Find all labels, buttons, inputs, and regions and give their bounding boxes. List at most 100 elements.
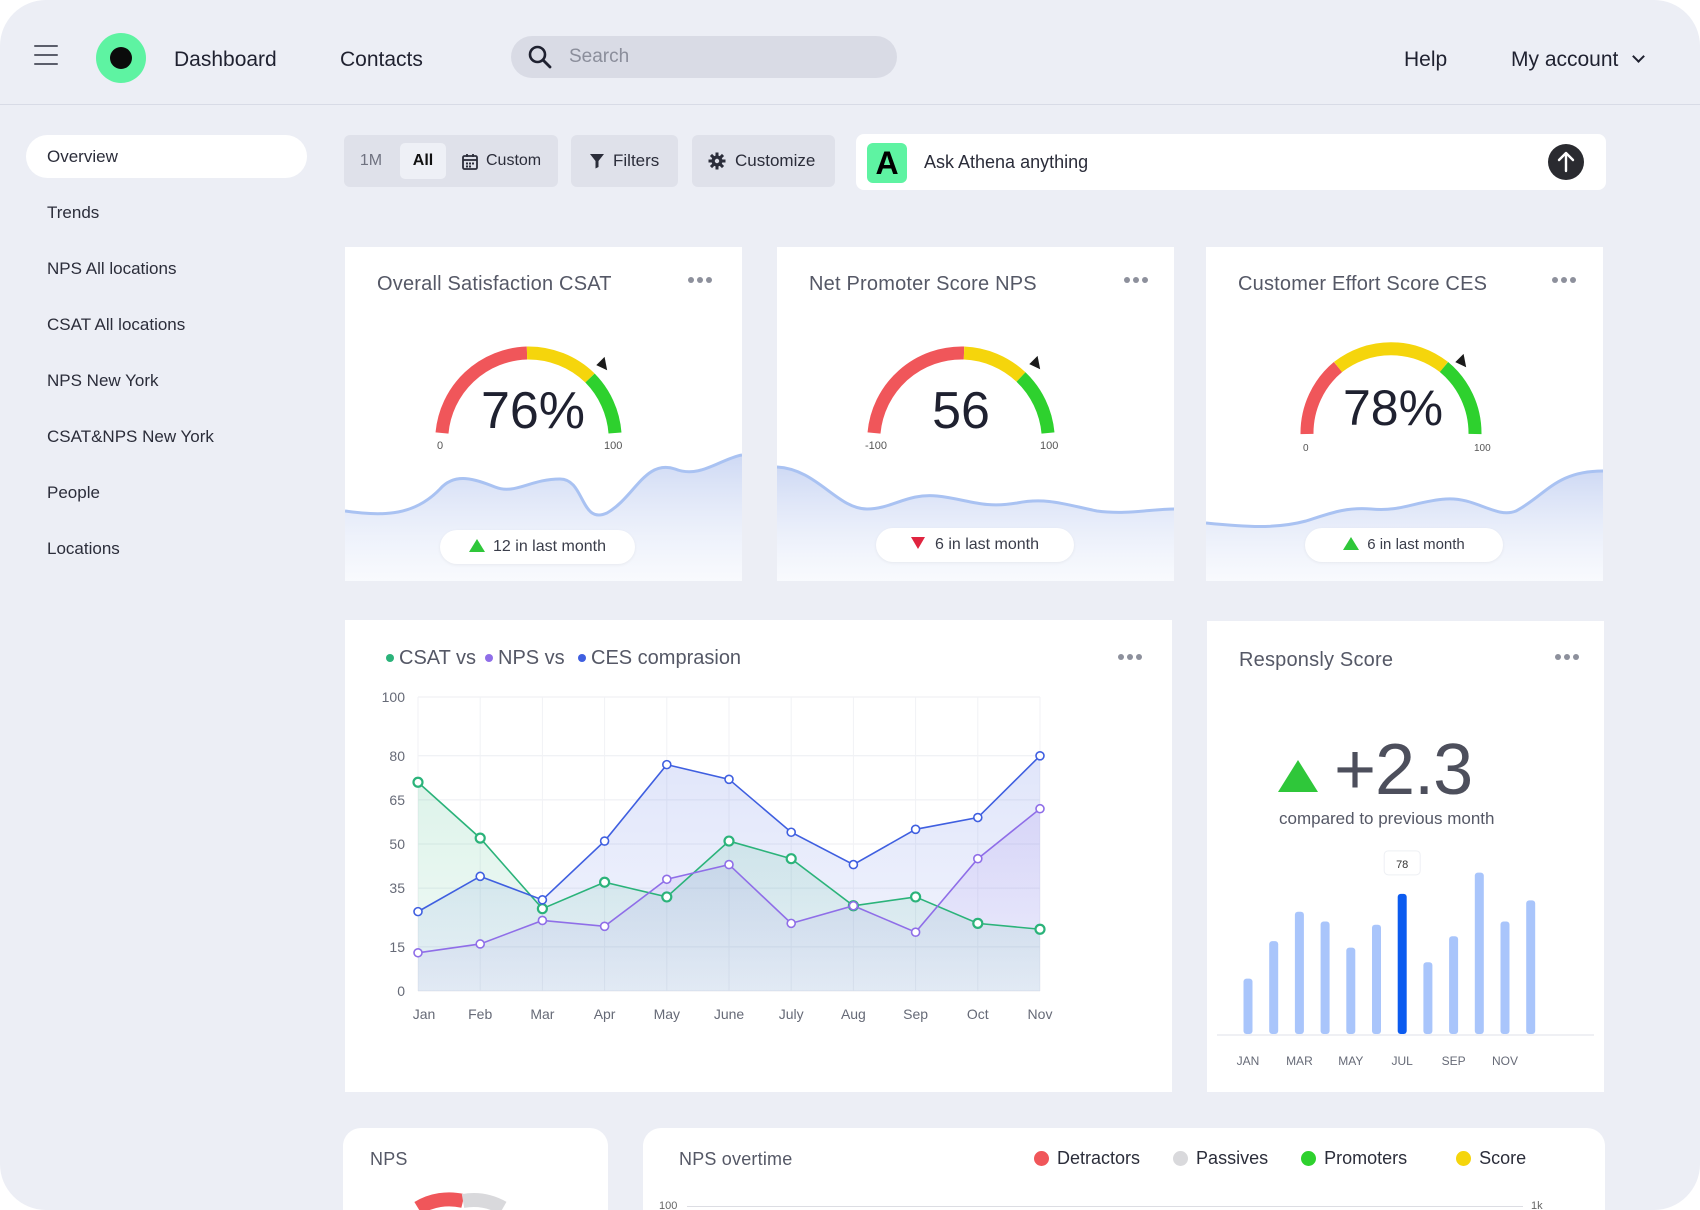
nps-more-icon[interactable]	[1124, 276, 1148, 284]
data-point-nps	[786, 918, 797, 929]
data-point-ces	[475, 871, 485, 882]
legend-score: Score	[1456, 1148, 1526, 1168]
comparison-more-icon[interactable]	[1118, 653, 1142, 661]
legend-ces: CES comprasion	[578, 647, 741, 670]
nps-title: Net Promoter Score NPS	[809, 273, 1037, 295]
data-point-ces	[599, 836, 610, 846]
calendar-icon	[462, 154, 478, 170]
ces-change-badge: 6 in last month	[1305, 528, 1503, 562]
data-point-nps	[661, 874, 672, 885]
sidebar-item-nps-all-locations[interactable]: NPS All locations	[26, 247, 307, 290]
nps-card: Net Promoter Score NPS 56 -100 100 6 in …	[777, 247, 1174, 581]
bar	[1346, 947, 1356, 1034]
account-menu[interactable]: My account	[1511, 48, 1646, 72]
nav-help[interactable]: Help	[1404, 48, 1447, 72]
donut-detractors-slice	[414, 1192, 465, 1210]
y-tick-label: 65	[389, 792, 405, 808]
sidebar-item-csat-all-locations[interactable]: CSAT All locations	[26, 303, 307, 346]
legend-passives: Passives	[1173, 1148, 1268, 1168]
y-tick-label: 0	[397, 983, 405, 999]
y-tick-label: 100	[382, 689, 406, 705]
legend-detractors: Detractors	[1034, 1148, 1140, 1168]
csat-min: 0	[437, 440, 444, 452]
x-tick-label: SEP	[1442, 1054, 1466, 1068]
x-tick-label: Jan	[413, 1006, 436, 1022]
promoters-dot	[1301, 1151, 1317, 1166]
ces-max: 100	[1474, 443, 1491, 454]
top-bar: Dashboard Contacts Help My account	[0, 0, 1700, 105]
responsly-card: Responsly Score 78 JAN MAR MAY JUL SEP NOV +2.…	[1207, 621, 1604, 1092]
trend-up-icon	[1343, 537, 1360, 550]
score-dot	[1456, 1151, 1472, 1166]
nps-overtime-title: NPS overtime	[679, 1149, 793, 1169]
trend-up-icon	[1278, 760, 1318, 792]
menu-icon[interactable]	[34, 45, 58, 65]
csat-value: 76%	[480, 382, 586, 440]
x-tick-label: MAR	[1286, 1054, 1313, 1068]
x-tick-label: May	[654, 1006, 680, 1022]
y-tick-label: 80	[389, 748, 405, 764]
data-point-ces	[724, 774, 734, 785]
bar-tooltip-label: 78	[1396, 859, 1408, 871]
nps-min: -100	[865, 440, 888, 452]
sidebar-item-locations[interactable]: Locations	[26, 527, 307, 570]
ces-more-icon[interactable]	[1552, 276, 1576, 284]
bar	[1449, 936, 1459, 1034]
data-point-ces	[661, 759, 672, 770]
data-point-ces	[786, 827, 797, 838]
search-icon	[528, 45, 552, 69]
data-point-csat	[909, 891, 922, 903]
data-point-csat	[474, 832, 486, 844]
bar	[1474, 872, 1484, 1034]
y-tick-label: 50	[389, 836, 405, 852]
ces-title: Customer Effort Score CES	[1238, 273, 1488, 295]
data-point-nps	[910, 927, 921, 938]
search-input[interactable]	[569, 36, 879, 78]
custom-label: Custom	[486, 152, 542, 169]
nav-dashboard[interactable]: Dashboard	[174, 48, 277, 72]
nps-change-badge: 6 in last month	[876, 528, 1074, 562]
x-tick-label: NOV	[1492, 1054, 1518, 1068]
x-tick-label: Aug	[841, 1006, 866, 1022]
chevron-down-icon	[1632, 50, 1646, 63]
ces-card: Customer Effort Score CES 78% 0 100 6 in…	[1206, 247, 1603, 581]
ces-change: 6 in last month	[1367, 536, 1465, 553]
csat-more-icon[interactable]	[688, 276, 712, 284]
filter-icon	[590, 154, 604, 169]
ces-value: 78%	[1342, 380, 1444, 436]
bar	[1500, 921, 1510, 1034]
logo[interactable]	[96, 33, 146, 83]
customize-button[interactable]: Customize	[692, 135, 835, 187]
sidebar-item-nps-new-york[interactable]: NPS New York	[26, 359, 307, 402]
nps-donut-chart	[414, 1192, 507, 1210]
nps-value: 56	[932, 382, 990, 440]
bar	[1294, 911, 1304, 1034]
csat-card: Overall Satisfaction CSAT 76% 0 100 12 i…	[345, 247, 742, 581]
responsly-value: +2.3	[1334, 730, 1473, 810]
sidebar-item-csat-nps-new-york[interactable]: CSAT&NPS New York	[26, 415, 307, 458]
x-tick-label: JUL	[1392, 1054, 1414, 1068]
trend-down-icon	[910, 537, 925, 549]
range-1m-button[interactable]: 1M	[352, 143, 390, 179]
data-point-ces	[413, 906, 423, 917]
ask-athena-input[interactable]	[924, 144, 1504, 180]
send-button[interactable]	[1548, 144, 1584, 180]
data-point-ces	[537, 895, 548, 905]
bar	[1243, 978, 1253, 1034]
customize-label: Customize	[735, 151, 816, 170]
sidebar-item-overview[interactable]: Overview	[26, 135, 307, 178]
nav-contacts[interactable]: Contacts	[340, 48, 423, 72]
custom-range-button[interactable]: Custom	[462, 143, 554, 179]
bar	[1372, 924, 1381, 1034]
data-point-nps	[724, 859, 734, 870]
filters-label: Filters	[613, 151, 660, 170]
range-all-button[interactable]: All	[400, 143, 446, 179]
sidebar-item-people[interactable]: People	[26, 471, 307, 514]
sidebar-item-trends[interactable]: Trends	[26, 191, 307, 234]
x-tick-label: Apr	[594, 1006, 616, 1022]
bar	[1397, 893, 1407, 1034]
data-point-nps	[475, 939, 485, 949]
filters-button[interactable]: Filters	[571, 135, 678, 187]
gear-icon	[708, 152, 726, 170]
csat-change: 12 in last month	[493, 538, 606, 555]
